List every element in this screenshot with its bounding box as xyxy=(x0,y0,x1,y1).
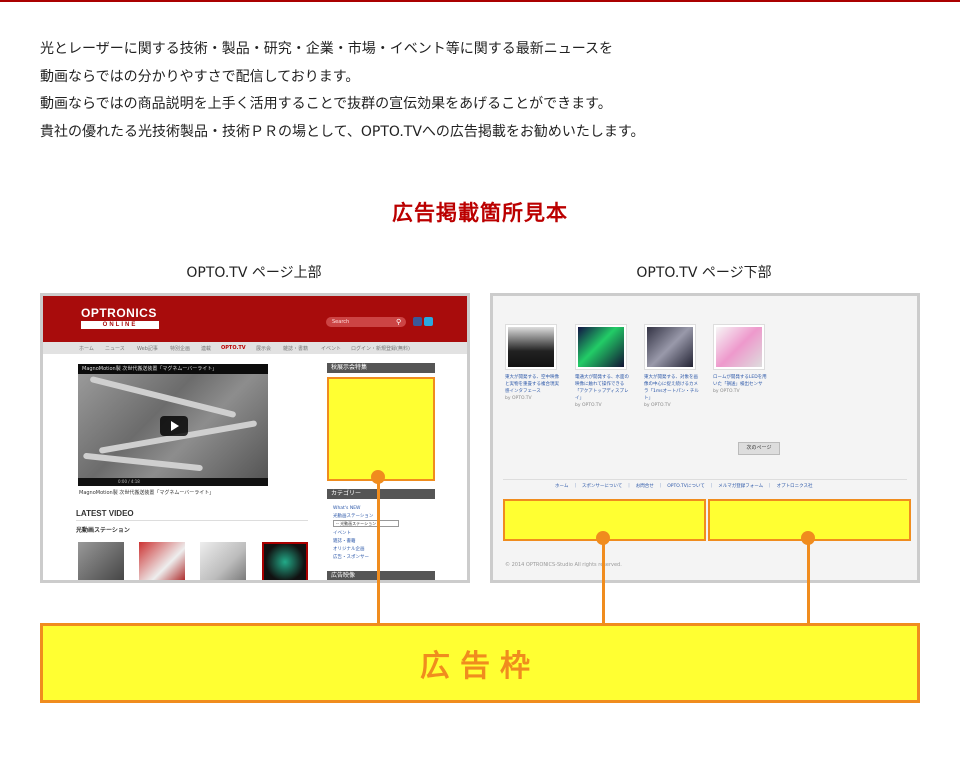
category-item: 広告・スポンサー xyxy=(333,555,369,560)
video-title: MagnoMotion製 次世代搬送装置「マグネムーバーライト」 xyxy=(78,364,268,374)
next-page-button: 次のページ xyxy=(738,442,780,455)
connector-dot xyxy=(596,531,610,545)
site-nav-item: 特別企画 xyxy=(170,346,191,352)
site-nav-item: OPTO.TV xyxy=(221,345,246,351)
latest-video-sub: 光動画ステーション xyxy=(76,527,130,534)
video-thumbnail xyxy=(575,324,627,370)
caption-page-top: OPTO.TV ページ上部 xyxy=(186,265,322,281)
site-nav-item: 雑誌・書籍 xyxy=(283,346,309,352)
site-logo: OPTRONICS xyxy=(81,306,157,320)
video-item-by: by OPTO.TV xyxy=(644,403,671,408)
ad-frame-label: 広告枠 xyxy=(420,649,540,684)
site-nav: ホーム ニュース Web記事 特別企画 連載 OPTO.TV 展示会 雑誌・書籍… xyxy=(43,342,467,354)
footer-nav: ホーム ｜ スポンサーについて ｜ お問合せ ｜ OPTO.TVについて ｜ メ… xyxy=(555,484,813,489)
connector-line xyxy=(807,538,810,624)
video-item-title: 東大が開発する、対象を画像の中心に捉え続けるカメラ「1msオートパン・チルト」 xyxy=(644,375,699,401)
site-nav-item: ログイン・新規登録(無料) xyxy=(351,346,410,352)
search-icon: ⚲ xyxy=(396,318,402,326)
video-item-by: by OPTO.TV xyxy=(575,403,602,408)
video-thumbnail xyxy=(262,542,308,580)
category-item: オリジナル企画 xyxy=(333,547,365,552)
section-title: 広告掲載箇所見本 xyxy=(392,201,568,225)
video-controls: 0:00 / 4:18 xyxy=(78,478,268,486)
page-top-sample: OPTRONICS ONLINE Search ⚲ ホーム ニュース Web記事… xyxy=(40,293,470,583)
page-bottom-sample: 東大が開発する、空中映像と実物を重畳する複合現実感インタフェース by OPTO… xyxy=(490,293,920,583)
video-thumbnail xyxy=(139,542,185,580)
video-player: MagnoMotion製 次世代搬送装置「マグネムーバーライト」 0:00 / … xyxy=(78,364,268,486)
video-thumbnail xyxy=(713,324,765,370)
category-select: -- 光動画ステーション ▾ xyxy=(333,520,399,527)
video-item-text: 電通大が開発する、水面の映像に触れて操作できる「アクアトップディスプレイ」 by… xyxy=(575,374,633,409)
site-search: Search xyxy=(326,317,406,327)
intro-line: 光とレーザーに関する技術・製品・研究・企業・市場・イベント等に関する最新ニュース… xyxy=(40,41,614,57)
ad-frame-legend: 広告枠 xyxy=(40,623,920,703)
category-list: What's NEW 光動画ステーション xyxy=(333,505,373,521)
intro-line: 動画ならではの分かりやすさで配信しております。 xyxy=(40,68,360,85)
video-thumbnail xyxy=(78,542,124,580)
video-item-text: 東大が開発する、対象を画像の中心に捉え続けるカメラ「1msオートパン・チルト」 … xyxy=(644,374,702,409)
twitter-icon xyxy=(424,317,433,326)
category-item: 雑誌・書籍 xyxy=(333,539,356,544)
intro-text: 光とレーザーに関する技術・製品・研究・企業・市場・イベント等に関する最新ニュース… xyxy=(40,36,920,146)
latest-video-heading: LATEST VIDEO xyxy=(76,509,134,518)
video-item-by: by OPTO.TV xyxy=(505,396,532,401)
connector-line xyxy=(602,538,605,624)
site-nav-item: Web記事 xyxy=(137,346,158,352)
caption-page-bottom: OPTO.TV ページ下部 xyxy=(636,265,772,281)
video-item-title: 電通大が開発する、水面の映像に触れて操作できる「アクアトップディスプレイ」 xyxy=(575,375,629,401)
site-nav-item: 展示会 xyxy=(256,346,272,352)
video-item-title: ロームが開発するLEDを用いた「損送」検出センサ xyxy=(713,375,767,387)
sidebar-ad-heading: 広告映像 xyxy=(327,571,435,580)
video-time: 0:00 / 4:18 xyxy=(118,479,140,484)
play-icon xyxy=(160,416,188,436)
site-nav-item: 連載 xyxy=(201,346,212,352)
video-caption: MagnoMotion製 次世代搬送装置「マグネムーバーライト」 xyxy=(79,490,215,496)
category-item: イベント xyxy=(333,531,351,536)
ad-slot-sidebar xyxy=(327,377,435,481)
category-list-more: イベント 雑誌・書籍 オリジナル企画 広告・スポンサー xyxy=(333,530,369,562)
site-nav-item: ホーム xyxy=(79,346,94,352)
connector-dot xyxy=(371,470,385,484)
video-thumbnail xyxy=(505,324,557,370)
site-nav-item: ニュース xyxy=(105,346,125,352)
sidebar-category-heading: カテゴリー xyxy=(327,489,435,499)
video-thumbnail xyxy=(644,324,696,370)
sidebar-exhibition-heading: 秋展示会特集 xyxy=(327,363,435,373)
video-item-text: ロームが開発するLEDを用いた「損送」検出センサ by OPTO.TV xyxy=(713,374,771,395)
site-header: OPTRONICS ONLINE Search ⚲ xyxy=(43,296,467,342)
site-logo-sub: ONLINE xyxy=(81,321,159,329)
video-thumbnail xyxy=(200,542,246,580)
intro-line: 動画ならではの商品説明を上手く活用することで抜群の宣伝効果をあげることができます… xyxy=(40,96,612,112)
category-item: What's NEW xyxy=(333,506,361,511)
facebook-icon xyxy=(413,317,422,326)
video-item-by: by OPTO.TV xyxy=(713,389,740,394)
connector-dot xyxy=(801,531,815,545)
top-rule xyxy=(0,0,960,2)
video-item-text: 東大が開発する、空中映像と実物を重畳する複合現実感インタフェース by OPTO… xyxy=(505,374,563,402)
site-nav-item: イベント xyxy=(321,346,342,352)
intro-line: 貴社の優れたる光技術製品・技術ＰＲの場として、OPTO.TVへの広告掲載をお勧め… xyxy=(40,123,645,140)
connector-line xyxy=(377,478,380,624)
video-item-title: 東大が開発する、空中映像と実物を重畳する複合現実感インタフェース xyxy=(505,375,559,394)
video-frame xyxy=(78,374,268,478)
